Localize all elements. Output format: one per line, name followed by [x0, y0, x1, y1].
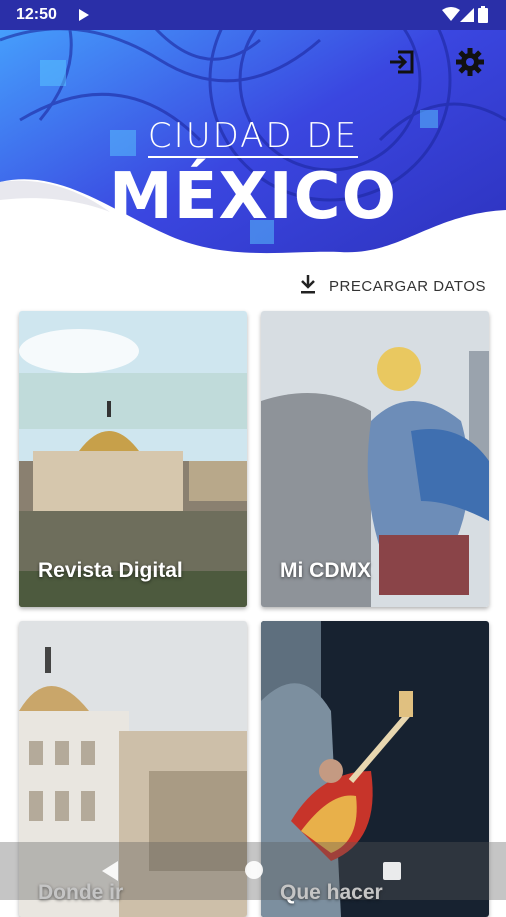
card-label-revista-digital: Revista Digital: [38, 559, 183, 582]
preload-data-button[interactable]: PRECARGAR DATOS: [299, 274, 486, 298]
download-icon: [299, 274, 317, 298]
home-icon[interactable]: [244, 860, 264, 885]
hero-title-top: CIUDAD DE: [147, 116, 359, 156]
card-label-mi-cdmx: Mi CDMX: [280, 559, 371, 582]
wifi-icon: [442, 7, 460, 26]
system-navigation-bar: [0, 842, 506, 900]
login-icon[interactable]: [384, 44, 420, 80]
gear-icon[interactable]: [452, 44, 488, 80]
battery-icon: [478, 6, 488, 28]
card-revista-digital[interactable]: Revista Digital: [19, 311, 247, 607]
back-icon[interactable]: [100, 860, 120, 887]
hero-divider: [148, 156, 358, 158]
hero-title-main: MÉXICO: [109, 160, 397, 234]
hero-banner: CIUDAD DE MÉXICO: [0, 0, 506, 300]
status-bar: 12:50: [0, 0, 506, 30]
recent-apps-icon[interactable]: [383, 862, 401, 885]
status-time: 12:50: [16, 6, 57, 23]
preload-data-label: PRECARGAR DATOS: [329, 277, 486, 295]
signal-icon: [460, 8, 474, 27]
card-mi-cdmx[interactable]: Mi CDMX: [261, 311, 489, 607]
play-icon: [78, 8, 90, 27]
